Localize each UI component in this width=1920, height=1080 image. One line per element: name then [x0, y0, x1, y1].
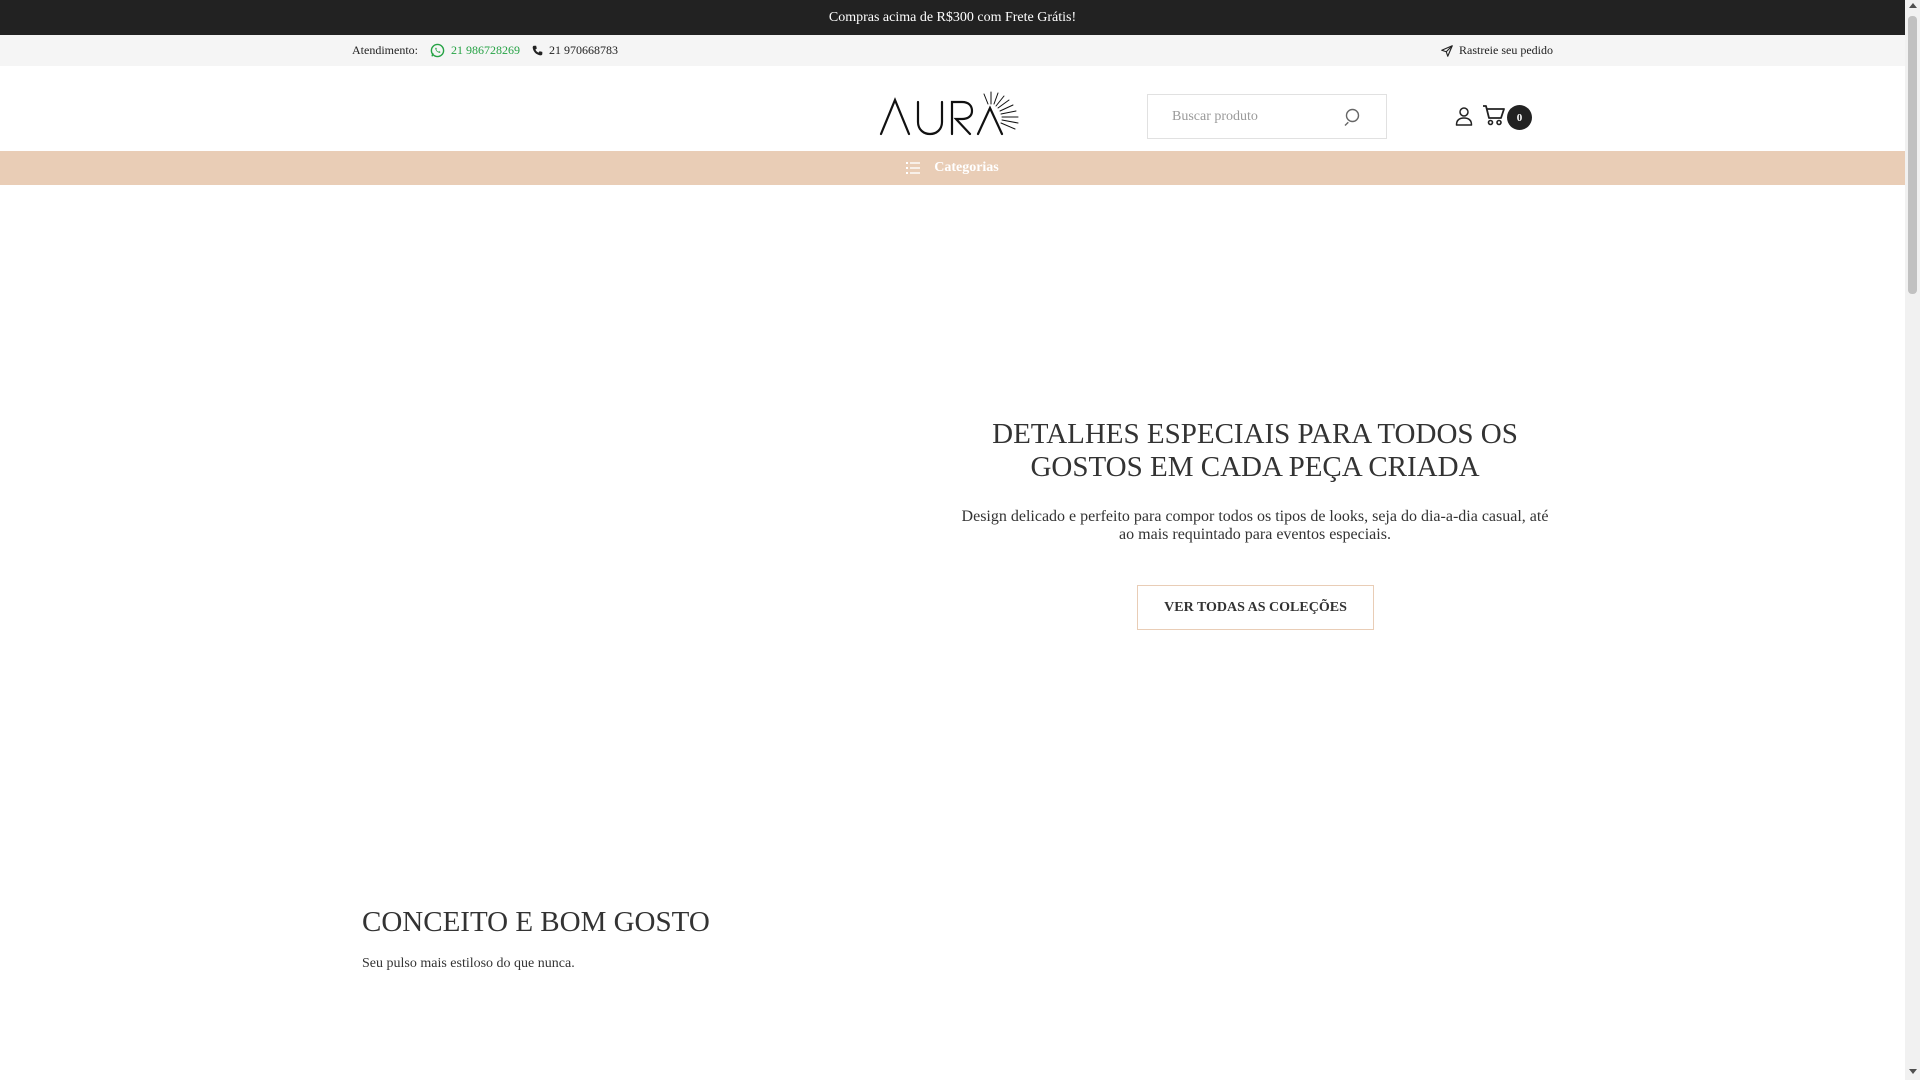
site-header: 0 — [0, 66, 1905, 151]
track-order-label: Rastreie seu pedido — [1459, 43, 1553, 57]
aura-logo-icon — [879, 91, 1019, 136]
view-collections-button[interactable]: VER TODAS AS COLEÇÕES — [1137, 585, 1374, 630]
promo-text: Compras acima de R$300 com Frete Grátis! — [828, 9, 1077, 25]
concept-title: CONCEITO E BOM GOSTO — [362, 906, 710, 938]
send-icon — [1441, 44, 1453, 57]
contact-label: Atendimento: — [352, 43, 418, 57]
categories-menu-button[interactable]: Categorias — [0, 151, 1905, 185]
phone-link[interactable]: 21 970668783 — [532, 43, 618, 58]
search-input[interactable] — [1172, 108, 1352, 125]
search-icon[interactable] — [1344, 107, 1364, 127]
user-icon[interactable] — [1454, 106, 1474, 126]
search-box — [1147, 94, 1387, 139]
list-icon — [906, 162, 921, 174]
logo[interactable] — [878, 90, 1026, 136]
cart-icon[interactable] — [1482, 104, 1506, 126]
hero-description: Design delicado e perfeito para compor t… — [961, 508, 1549, 543]
scroll-up-arrow[interactable] — [1909, 3, 1917, 8]
categories-label: Categorias — [934, 160, 999, 175]
cart-count-badge: 0 — [1507, 105, 1532, 130]
phone-icon — [532, 45, 543, 56]
phone-number: 21 970668783 — [549, 43, 618, 57]
hero-title: DETALHES ESPECIAIS PARA TODOS OS GOSTOS … — [992, 418, 1518, 483]
contact-info: Atendimento: 21 986728269 21 970668783 — [352, 35, 618, 66]
promo-bar: Compras acima de R$300 com Frete Grátis! — [0, 0, 1905, 35]
whatsapp-number: 21 986728269 — [451, 43, 520, 57]
info-bar: Atendimento: 21 986728269 21 970668783 R… — [0, 35, 1905, 66]
track-order-link[interactable]: Rastreie seu pedido — [1441, 35, 1553, 66]
concept-subtitle: Seu pulso mais estiloso do que nunca. — [362, 956, 575, 971]
whatsapp-icon — [430, 43, 445, 58]
whatsapp-link[interactable]: 21 986728269 — [430, 43, 520, 58]
scrollbar-thumb[interactable] — [1908, 16, 1917, 294]
scroll-down-arrow[interactable] — [1909, 1069, 1917, 1074]
